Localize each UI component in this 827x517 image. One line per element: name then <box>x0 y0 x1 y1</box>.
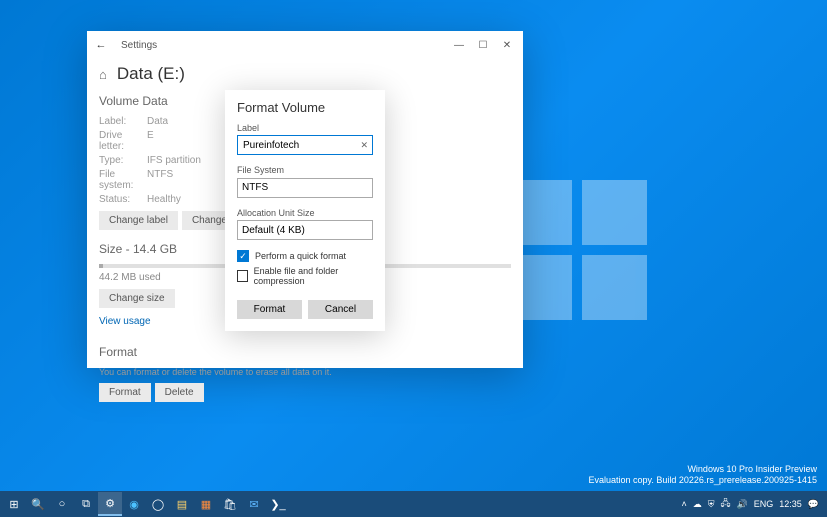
chrome-icon[interactable]: ◯ <box>146 492 170 516</box>
cortana-icon[interactable]: ○ <box>50 492 74 516</box>
fs-val: NTFS <box>147 169 173 191</box>
filesystem-select[interactable]: NTFS <box>237 178 373 198</box>
back-button[interactable]: ← <box>91 39 111 51</box>
label-field-label: Label <box>237 123 373 133</box>
home-icon[interactable]: ⌂ <box>99 67 107 82</box>
filesystem-field-label: File System <box>237 165 373 175</box>
format-heading: Format <box>99 345 511 359</box>
onedrive-icon[interactable]: ☁ <box>691 499 704 510</box>
drive-key: Drive letter: <box>99 130 147 152</box>
label-key: Label: <box>99 116 147 127</box>
clear-input-icon[interactable]: ✕ <box>360 140 368 151</box>
settings-taskbar-icon[interactable]: ⚙ <box>98 492 122 516</box>
store-icon[interactable]: 🛍 <box>218 492 242 516</box>
explorer-icon[interactable]: ▤ <box>170 492 194 516</box>
label-input[interactable] <box>238 136 372 154</box>
compression-checkbox[interactable] <box>237 270 248 282</box>
search-icon[interactable]: 🔍 <box>26 492 50 516</box>
fs-key: File system: <box>99 169 147 191</box>
format-volume-dialog: Format Volume Label ✕ File System NTFS A… <box>225 90 385 331</box>
watermark: Windows 10 Pro Insider Preview Evaluatio… <box>589 464 818 487</box>
dialog-title: Format Volume <box>237 100 373 115</box>
dialog-cancel-button[interactable]: Cancel <box>308 300 373 319</box>
page-title: Data (E:) <box>117 64 185 84</box>
change-size-button[interactable]: Change size <box>99 289 175 308</box>
notifications-icon[interactable]: 💬 <box>806 499 821 510</box>
terminal-icon[interactable]: ❯_ <box>266 492 290 516</box>
volume-icon[interactable]: 🔊 <box>735 499 750 510</box>
label-val: Data <box>147 116 168 127</box>
change-label-button[interactable]: Change label <box>99 211 178 230</box>
maximize-button[interactable]: ☐ <box>471 40 495 51</box>
drive-val: E <box>147 130 154 152</box>
taskbar: ⊞ 🔍 ○ ⧉ ⚙ ◉ ◯ ▤ ▦ 🛍 ✉ ❯_ ˄ ☁ ⛨ 🖧 🔊 ENG 1… <box>0 491 827 517</box>
type-key: Type: <box>99 155 147 166</box>
security-icon[interactable]: ⛨ <box>706 499 717 510</box>
dialog-format-button[interactable]: Format <box>237 300 302 319</box>
system-tray: ˄ ☁ ⛨ 🖧 🔊 ENG 12:35 💬 <box>675 496 825 512</box>
edge-icon[interactable]: ◉ <box>122 492 146 516</box>
network-icon[interactable]: 🖧 <box>718 496 732 512</box>
start-button[interactable]: ⊞ <box>2 492 26 516</box>
compression-label: Enable file and folder compression <box>254 266 373 286</box>
allocation-field-label: Allocation Unit Size <box>237 208 373 218</box>
tray-chevron-icon[interactable]: ˄ <box>679 499 688 509</box>
titlebar: ← Settings — ☐ ✕ <box>87 31 523 59</box>
minimize-button[interactable]: — <box>447 40 471 51</box>
allocation-select[interactable]: Default (4 KB) <box>237 220 373 240</box>
status-val: Healthy <box>147 194 181 205</box>
status-key: Status: <box>99 194 147 205</box>
quick-format-label: Perform a quick format <box>255 251 346 261</box>
mail-icon[interactable]: ✉ <box>242 492 266 516</box>
watermark-line2: Evaluation copy. Build 20226.rs_prerelea… <box>589 475 818 487</box>
view-usage-link[interactable]: View usage <box>99 316 151 327</box>
type-val: IFS partition <box>147 155 201 166</box>
language-indicator[interactable]: ENG <box>752 499 776 509</box>
vmware-icon[interactable]: ▦ <box>194 492 218 516</box>
windows-logo-wallpaper <box>507 180 647 320</box>
watermark-line1: Windows 10 Pro Insider Preview <box>589 464 818 476</box>
close-button[interactable]: ✕ <box>495 40 519 51</box>
task-view-icon[interactable]: ⧉ <box>74 492 98 516</box>
delete-button[interactable]: Delete <box>155 383 204 402</box>
format-desc: You can format or delete the volume to e… <box>99 367 511 377</box>
format-button[interactable]: Format <box>99 383 151 402</box>
quick-format-checkbox[interactable]: ✓ <box>237 250 249 262</box>
window-app-name: Settings <box>121 40 447 51</box>
clock[interactable]: 12:35 <box>777 499 804 509</box>
